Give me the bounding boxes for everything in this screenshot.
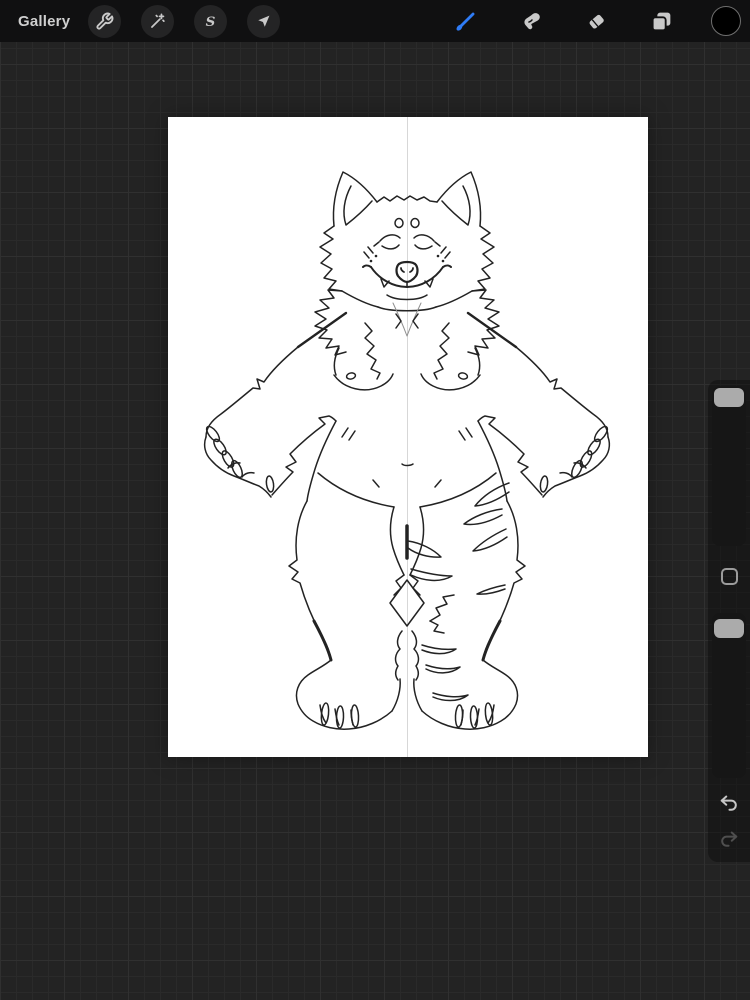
modify-button[interactable] xyxy=(720,568,738,585)
svg-text:S: S xyxy=(206,13,216,29)
erase-tool-button[interactable] xyxy=(580,5,612,37)
brush-sidebar xyxy=(708,380,750,862)
adjustments-button[interactable] xyxy=(141,4,175,38)
actions-button[interactable] xyxy=(88,4,122,38)
selection-button[interactable]: S xyxy=(194,4,228,38)
smudge-finger-icon xyxy=(519,9,544,34)
paintbrush-icon xyxy=(453,8,479,34)
transform-button[interactable] xyxy=(247,4,281,38)
selection-s-icon: S xyxy=(201,12,220,31)
wrench-icon xyxy=(95,12,114,31)
undo-arrow-icon xyxy=(718,792,740,817)
opacity-slider-thumb[interactable] xyxy=(714,619,744,638)
gallery-button[interactable]: Gallery xyxy=(18,13,70,30)
redo-button[interactable] xyxy=(716,828,742,852)
procreate-workspace: Gallery S xyxy=(0,0,750,1000)
smudge-tool-button[interactable] xyxy=(515,5,547,37)
right-tool-group xyxy=(450,5,744,37)
transform-arrow-icon xyxy=(254,12,273,31)
eraser-icon xyxy=(584,9,609,34)
redo-arrow-icon xyxy=(718,828,740,853)
undo-button[interactable] xyxy=(716,792,742,816)
brush-size-slider-thumb[interactable] xyxy=(714,388,744,407)
opacity-slider[interactable] xyxy=(712,613,746,778)
magic-wand-icon xyxy=(148,12,167,31)
canvas-artwork xyxy=(203,117,611,757)
layers-button[interactable] xyxy=(645,5,677,37)
color-button[interactable] xyxy=(710,5,742,37)
drawing-canvas[interactable] xyxy=(168,117,648,757)
paint-tool-button[interactable] xyxy=(450,5,482,37)
color-swatch xyxy=(711,6,741,36)
layers-icon xyxy=(649,9,674,34)
top-toolbar: Gallery S xyxy=(0,0,750,42)
brush-size-slider[interactable] xyxy=(712,386,746,546)
left-tool-group: S xyxy=(88,4,281,38)
